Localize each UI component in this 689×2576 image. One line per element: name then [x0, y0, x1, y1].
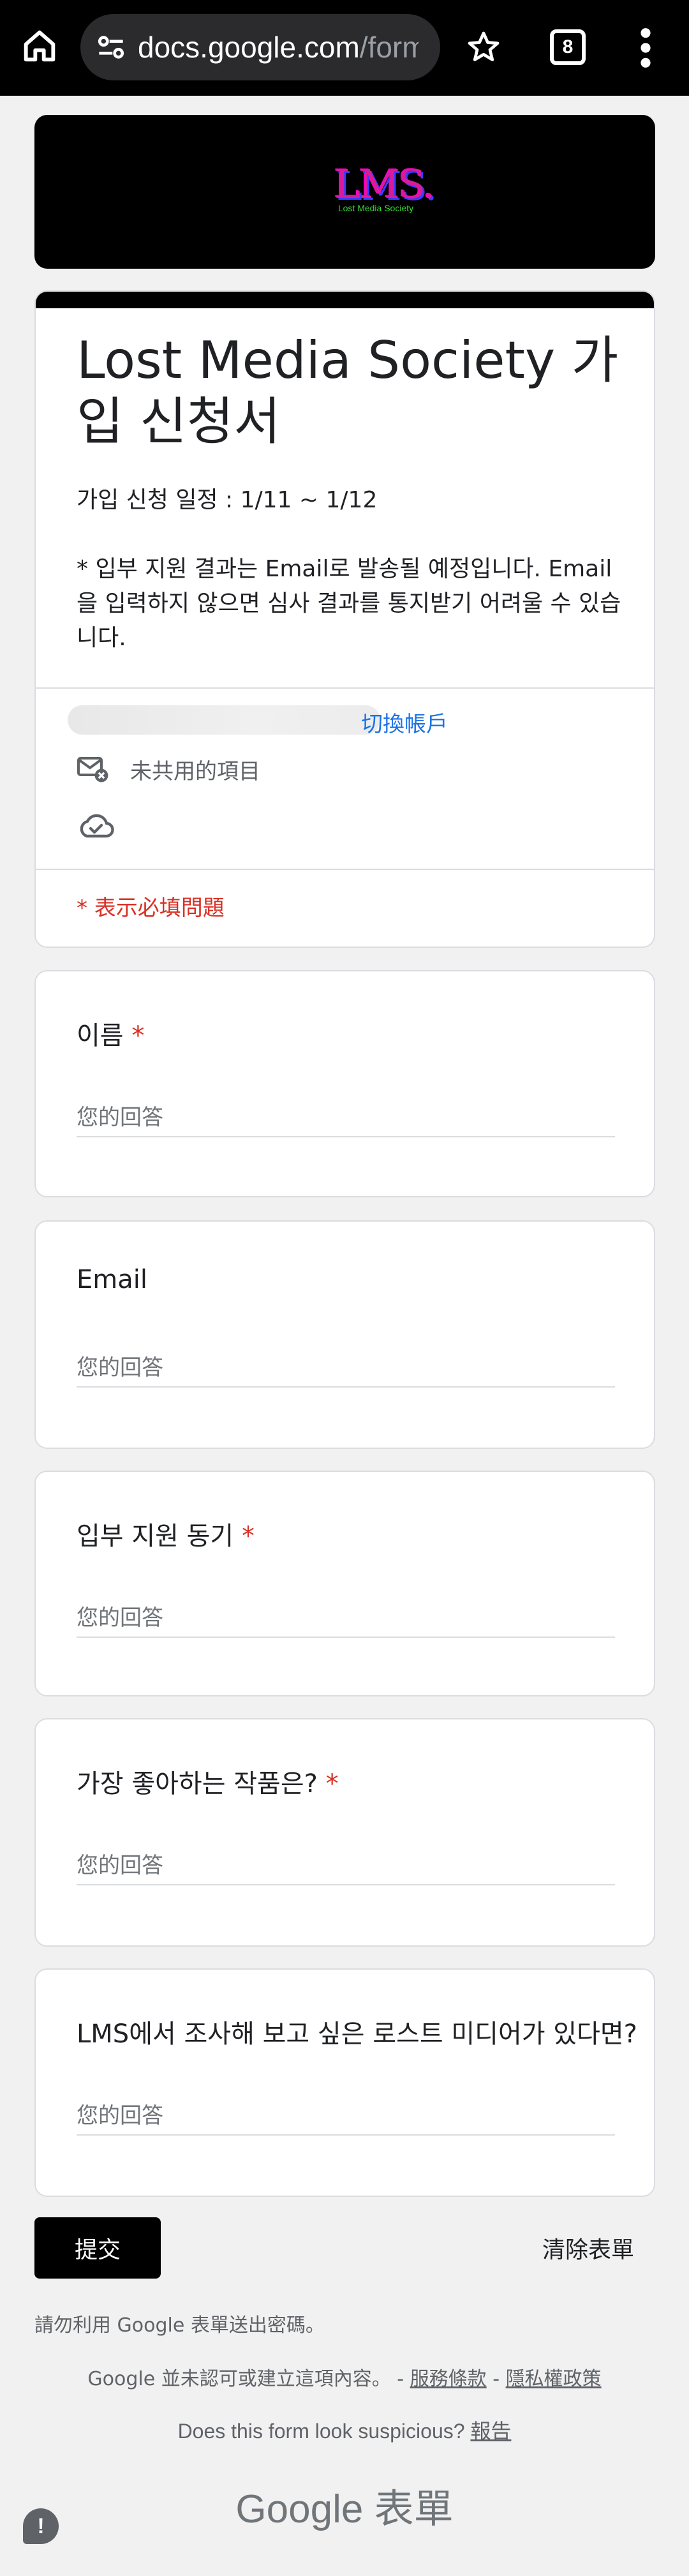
- question-card-motivation: 입부 지원 동기 *: [34, 1471, 655, 1696]
- account-email-redacted: [68, 705, 380, 735]
- more-menu-icon[interactable]: [639, 26, 652, 70]
- logo-text: LMS.: [334, 161, 436, 207]
- question-label: LMS에서 조사해 보고 싶은 로스트 미디어가 있다면?: [77, 2013, 637, 2050]
- not-shared-label: 未共用的項目: [130, 759, 260, 784]
- suspicious-text: Does this form look suspicious?: [177, 2420, 471, 2443]
- theme-strip: [36, 292, 654, 308]
- divider: [36, 687, 654, 689]
- form-header-banner: LMS. Lost Media Society: [34, 115, 655, 269]
- legal-separator: -: [486, 2368, 506, 2390]
- answer-input-email[interactable]: [77, 1349, 615, 1388]
- privacy-link[interactable]: 隱私權政策: [506, 2368, 602, 2390]
- required-asterisk: *: [241, 1522, 255, 1551]
- divider: [36, 869, 654, 870]
- terms-link[interactable]: 服務條款: [410, 2368, 487, 2390]
- suspicious-notice: Does this form look suspicious? 報告: [0, 2415, 689, 2445]
- question-label: 가장 좋아하는 작품은? *: [77, 1763, 339, 1800]
- required-note: * 表示必填問題: [77, 895, 225, 921]
- question-card-name: 이름 *: [34, 970, 655, 1197]
- form-description: 가입 신청 일정 : 1/11 ~ 1/12 * 입부 지원 결과는 Email…: [77, 487, 621, 651]
- site-settings-icon[interactable]: [93, 29, 129, 65]
- question-card-lost-media: LMS에서 조사해 보고 싶은 로스트 미디어가 있다면?: [34, 1968, 655, 2197]
- answer-input-name[interactable]: [77, 1099, 615, 1137]
- report-issue-icon[interactable]: !: [23, 2508, 59, 2544]
- browser-toolbar: docs.google.com/forms/ 8: [0, 0, 689, 96]
- form-title: Lost Media Society 가입 신청서: [77, 331, 619, 451]
- clear-form-button[interactable]: 清除表單: [542, 2231, 634, 2265]
- url-path: /forms/: [359, 31, 419, 64]
- password-warning: 請勿利用 Google 表單送出密碼。: [34, 2314, 325, 2337]
- lms-logo: LMS. Lost Media Society: [334, 161, 436, 220]
- mail-not-shared-icon: [77, 757, 108, 783]
- question-label: 이름 *: [77, 1015, 144, 1052]
- question-card-email: Email: [34, 1220, 655, 1449]
- question-text: LMS에서 조사해 보고 싶은 로스트 미디어가 있다면?: [77, 2019, 637, 2049]
- submit-button[interactable]: 提交: [34, 2217, 161, 2279]
- form-title-card: Lost Media Society 가입 신청서 가입 신청 일정 : 1/1…: [34, 290, 655, 948]
- question-label: Email: [77, 1265, 147, 1294]
- question-text: Email: [77, 1265, 147, 1294]
- url-domain: docs.google.com: [138, 31, 360, 64]
- google-forms-brand[interactable]: Google 表單: [0, 2476, 689, 2534]
- answer-input-lost-media[interactable]: [77, 2097, 615, 2136]
- legal-text: Google 並未認可或建立這項內容。 -: [87, 2368, 410, 2390]
- question-text: 가장 좋아하는 작품은?: [77, 1769, 318, 1799]
- bookmark-star-icon[interactable]: [464, 28, 503, 66]
- answer-input-motivation[interactable]: [77, 1599, 615, 1638]
- home-icon[interactable]: [19, 26, 60, 66]
- required-asterisk: *: [325, 1769, 339, 1799]
- logo-subtext: Lost Media Society: [337, 203, 414, 213]
- report-link[interactable]: 報告: [470, 2420, 511, 2443]
- legal-notice: Google 並未認可或建立這項內容。 - 服務條款 - 隱私權政策: [0, 2363, 689, 2391]
- tab-switcher-button[interactable]: 8: [550, 29, 586, 65]
- question-label: 입부 지원 동기 *: [77, 1515, 255, 1552]
- question-text: 이름: [77, 1021, 124, 1051]
- question-card-favorite-work: 가장 좋아하는 작품은? *: [34, 1718, 655, 1947]
- address-bar[interactable]: docs.google.com/forms/: [80, 14, 440, 80]
- switch-account-link[interactable]: 切換帳戶: [361, 707, 448, 738]
- cloud-saved-icon: [80, 814, 114, 838]
- answer-input-favorite-work[interactable]: [77, 1847, 615, 1885]
- question-text: 입부 지원 동기: [77, 1522, 234, 1551]
- url-text[interactable]: docs.google.com/forms/: [138, 30, 419, 64]
- required-asterisk: *: [131, 1021, 145, 1051]
